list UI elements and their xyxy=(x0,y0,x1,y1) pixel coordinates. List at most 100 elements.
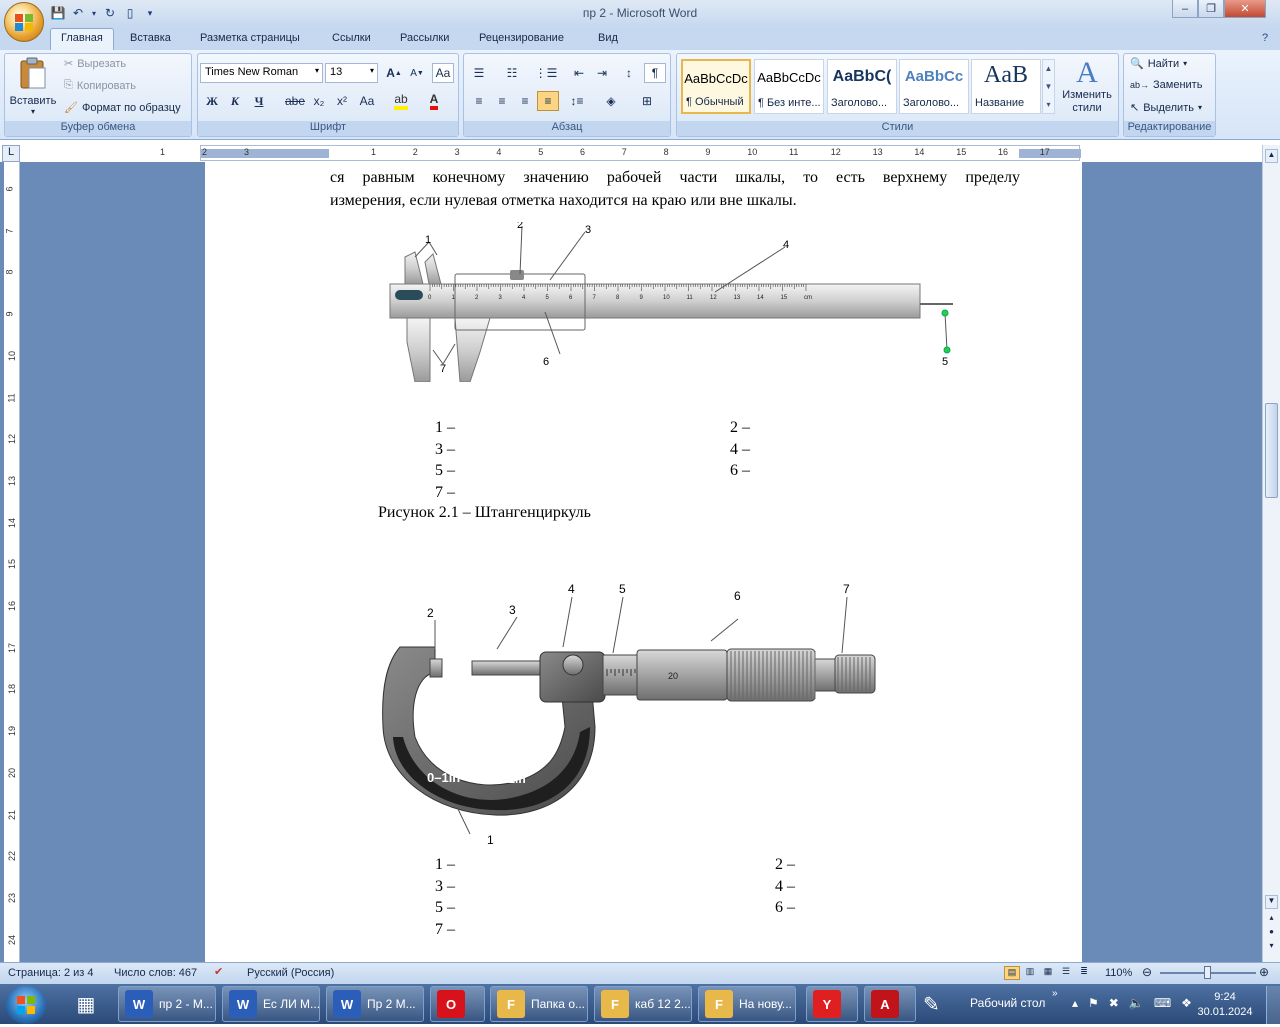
superscript-button[interactable]: x² xyxy=(331,91,353,111)
bold-button[interactable]: Ж xyxy=(201,91,223,111)
taskbar-button[interactable]: Wпр 2 - М... xyxy=(118,986,216,1022)
full-screen-reading-icon[interactable]: ▥ xyxy=(1022,966,1038,980)
borders-icon[interactable]: ⊞ xyxy=(636,91,658,111)
tab-insert[interactable]: Вставка xyxy=(130,32,171,50)
change-styles-button[interactable]: A Изменить стили xyxy=(1058,57,1116,115)
close-icon[interactable]: ✕ xyxy=(1224,0,1266,18)
increase-indent-icon[interactable]: ⇥ xyxy=(591,63,613,83)
align-left-icon[interactable]: ≡ xyxy=(468,91,490,111)
underline-button[interactable]: Ч xyxy=(248,91,270,111)
horizontal-ruler[interactable]: 3 2 1 1 2 3 4 5 6 7 8 9 10 11 12 13 14 15 16 17 xyxy=(160,145,1081,161)
show-desktop-button[interactable] xyxy=(1266,986,1280,1024)
find-button[interactable]: 🔍 Найти ▾ xyxy=(1130,57,1187,71)
align-center-icon[interactable]: ≡ xyxy=(491,91,513,111)
next-page-icon[interactable]: ▾ xyxy=(1265,941,1278,955)
taskbar-button[interactable]: F Папка о... xyxy=(490,986,588,1022)
taskbar-button[interactable]: Y xyxy=(806,986,858,1022)
word-count[interactable]: Число слов: 467 xyxy=(114,967,197,979)
sort-icon[interactable]: ↕ xyxy=(618,63,640,83)
styles-scroll[interactable]: ▲ ▼ ▾ xyxy=(1042,59,1055,114)
toolbar-expand-icon[interactable]: » xyxy=(1052,988,1058,999)
tab-page-layout[interactable]: Разметка страницы xyxy=(200,32,300,50)
print-layout-icon[interactable]: ▤ xyxy=(1004,966,1020,980)
decrease-indent-icon[interactable]: ⇤ xyxy=(568,63,590,83)
show-hidden-icons-icon[interactable]: ▴ xyxy=(1072,996,1078,1010)
taskbar-button[interactable]: F На нову... xyxy=(698,986,796,1022)
format-painter-button[interactable]: 🖌 Формат по образцу xyxy=(64,101,181,115)
line-spacing-icon[interactable]: ↕≡ xyxy=(566,91,588,111)
help-icon[interactable]: ? xyxy=(1262,32,1268,44)
taskbar-button[interactable]: Fкаб 12 2... xyxy=(594,986,692,1022)
desktop-toolbar-label[interactable]: Рабочий стол xyxy=(970,996,1045,1010)
select-button[interactable]: ↖ Выделить ▾ xyxy=(1130,101,1202,115)
keyboard-icon[interactable]: ⌨ xyxy=(1154,996,1171,1010)
vertical-scrollbar[interactable]: ▲ ▼ ▴ ● ▾ xyxy=(1262,145,1280,962)
font-size-combo[interactable]: 13 ▾ xyxy=(325,63,378,83)
minimize-icon[interactable]: – xyxy=(1172,0,1198,18)
office-button[interactable] xyxy=(4,2,44,42)
style-normal[interactable]: AaBbCcDc ¶ Обычный xyxy=(681,59,751,114)
scroll-up-icon[interactable]: ▲ xyxy=(1265,149,1278,163)
zoom-thumb[interactable] xyxy=(1204,966,1211,979)
style-heading1[interactable]: AaBbC(Заголово... xyxy=(827,59,897,114)
align-right-icon[interactable]: ≡ xyxy=(514,91,536,111)
outline-icon[interactable]: ☰ xyxy=(1058,966,1074,980)
justify-icon[interactable]: ≡ xyxy=(537,91,559,111)
taskbar-button[interactable]: O xyxy=(430,986,485,1022)
style-no-spacing[interactable]: AaBbCcDc ¶ Без инте... xyxy=(754,59,824,114)
cut-button[interactable]: ✂ Вырезать xyxy=(64,57,126,71)
desktop-toolbar-icon[interactable]: ✎ xyxy=(923,992,940,1017)
zoom-level[interactable]: 110% xyxy=(1105,967,1132,979)
font-name-combo[interactable]: Times New Roman ▾ xyxy=(200,63,323,83)
volume-icon[interactable]: 🔈 xyxy=(1129,996,1144,1010)
scroll-thumb[interactable] xyxy=(1265,403,1278,498)
tab-review[interactable]: Рецензирование xyxy=(479,32,564,50)
show-formatting-icon[interactable]: ¶ xyxy=(644,63,666,83)
style-heading2[interactable]: AaBbCc Заголово... xyxy=(899,59,969,114)
font-color-icon[interactable]: A xyxy=(423,91,445,111)
tab-selector[interactable]: L xyxy=(2,145,20,162)
text-line: измерения, если нулевая отметка находитс… xyxy=(330,192,797,209)
restore-icon[interactable]: ❐ xyxy=(1198,0,1224,18)
zoom-in-icon[interactable]: ⊕ xyxy=(1259,965,1269,979)
scroll-down-icon[interactable]: ▼ xyxy=(1265,895,1278,909)
clock[interactable]: 9:24 30.01.2024 xyxy=(1190,990,1260,1020)
taskbar-button[interactable]: W Ес ЛИ М... xyxy=(222,986,320,1022)
italic-button[interactable]: К xyxy=(224,91,246,111)
tab-mailings[interactable]: Рассылки xyxy=(400,32,449,50)
numbering-icon[interactable]: ☷ xyxy=(501,63,523,83)
clear-format-icon[interactable]: Aa xyxy=(432,63,454,83)
network-error-icon[interactable]: ✖ xyxy=(1109,996,1119,1010)
shrink-font-icon[interactable]: A ▼ xyxy=(406,63,428,83)
copy-button[interactable]: ⎘ Копировать xyxy=(64,79,136,92)
page-count[interactable]: Страница: 2 из 4 xyxy=(8,967,94,979)
subscript-button[interactable]: x₂ xyxy=(308,91,330,111)
browse-object-icon[interactable]: ● xyxy=(1265,927,1278,941)
highlight-icon[interactable]: ab xyxy=(390,91,412,111)
strikethrough-button[interactable]: abe xyxy=(284,91,306,111)
tab-home[interactable]: Главная xyxy=(50,28,114,50)
multilevel-list-icon[interactable]: ⋮☰ xyxy=(535,63,558,83)
bullets-icon[interactable]: ☰ xyxy=(468,63,490,83)
grow-font-icon[interactable]: A ▲ xyxy=(383,63,405,83)
start-button[interactable] xyxy=(6,986,46,1024)
tab-view[interactable]: Вид xyxy=(598,32,618,50)
web-layout-icon[interactable]: ▦ xyxy=(1040,966,1056,980)
language-status[interactable]: Русский (Россия) xyxy=(247,967,334,979)
document-page[interactable]: ся равным конечному значению рабочей час… xyxy=(205,162,1082,962)
network-icon[interactable]: ⚑ xyxy=(1088,996,1099,1010)
draft-icon[interactable]: ≣ xyxy=(1076,966,1092,980)
vertical-ruler[interactable]: 6 7 8 9 10 11 12 13 14 15 16 17 18 19 20 21 22 23 24 xyxy=(4,162,20,962)
prev-page-icon[interactable]: ▴ xyxy=(1265,913,1278,927)
style-title[interactable]: AaB Название xyxy=(971,59,1041,114)
tab-references[interactable]: Ссылки xyxy=(332,32,371,50)
zoom-out-icon[interactable]: ⊖ xyxy=(1142,965,1152,979)
proofing-icon[interactable]: ✔ xyxy=(214,965,223,978)
taskbar-button[interactable]: A xyxy=(864,986,916,1022)
shading-icon[interactable]: ◈ xyxy=(600,91,622,111)
paste-button[interactable]: Вставить ▾ xyxy=(8,56,58,118)
taskbar-button[interactable]: W Пр 2 М... xyxy=(326,986,424,1022)
change-case-button[interactable]: Aa xyxy=(356,91,378,111)
replace-button[interactable]: ab→ Заменить xyxy=(1130,79,1202,91)
calculator-icon[interactable]: ▦ xyxy=(70,988,102,1020)
